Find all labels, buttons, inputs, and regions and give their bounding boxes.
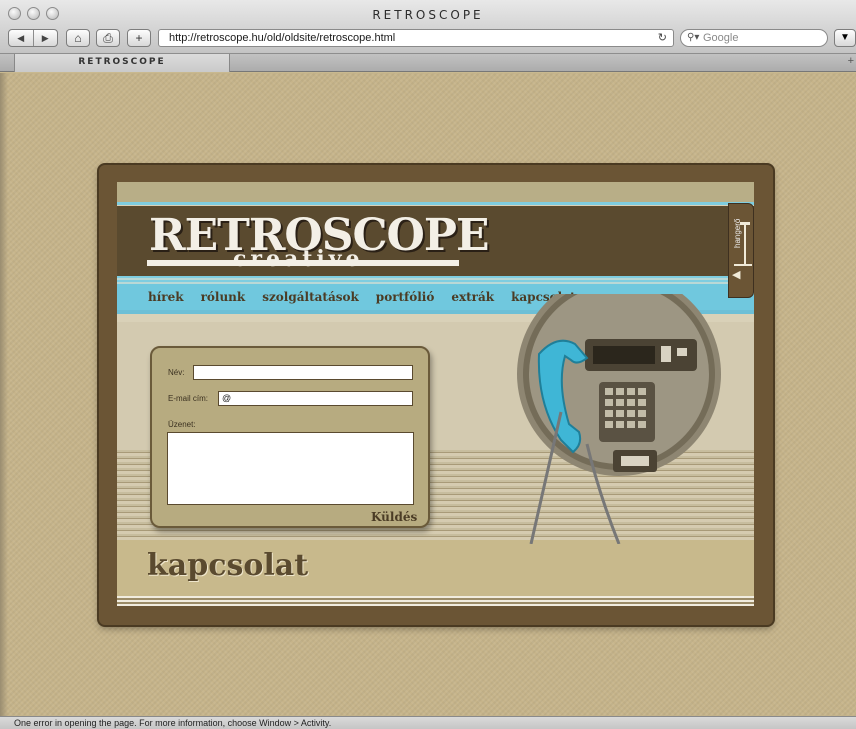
tab-bar: RETROSCOPE + (0, 54, 856, 72)
nav-extrak[interactable]: extrák (451, 290, 494, 304)
plus-icon: + (135, 31, 143, 45)
email-label: E-mail cím: (168, 394, 208, 403)
nav-rolunk[interactable]: rólunk (201, 290, 246, 304)
window-title: RETROSCOPE (372, 8, 484, 22)
volume-slider-base (734, 264, 752, 266)
home-icon: ⌂ (74, 31, 82, 45)
email-field[interactable]: @ (218, 391, 413, 406)
back-icon[interactable]: ◀ (9, 30, 34, 46)
address-bar[interactable]: http://retroscope.hu/old/oldsite/retrosc… (158, 29, 674, 47)
download-icon: ▼ (840, 32, 850, 43)
volume-slider[interactable] (744, 222, 746, 266)
back-forward-buttons: ◀ ▶ (8, 29, 58, 47)
speaker-icon: ◀ (732, 269, 741, 281)
volume-control[interactable]: hangerő ◀ (728, 203, 754, 298)
message-label: Üzenet: (168, 420, 196, 429)
send-button[interactable]: Küldés (371, 510, 417, 524)
volume-label: hangerő (733, 218, 742, 248)
print-icon: ⎙ (103, 30, 113, 45)
site-content: RETROSCOPE creative hírek rólunk szolgál… (117, 182, 754, 606)
contact-form: Név: E-mail cím: @ Üzenet: Küldés (150, 346, 430, 528)
name-field[interactable] (193, 365, 413, 380)
search-placeholder: Google (703, 32, 739, 44)
viewport-shadow (0, 73, 8, 716)
status-bar: One error in opening the page. For more … (0, 716, 856, 729)
site-header: RETROSCOPE creative (117, 206, 754, 276)
name-label: Név: (168, 368, 185, 377)
add-bookmark-button[interactable]: + (127, 29, 151, 47)
print-button[interactable]: ⎙ (96, 29, 120, 47)
new-tab-icon[interactable]: + (848, 55, 854, 67)
footer-line (117, 596, 754, 606)
reload-icon[interactable]: ↻ (658, 30, 667, 46)
search-field[interactable]: ⚲▾ Google (680, 29, 828, 47)
window-titlebar: RETROSCOPE ◀ ▶ ⌂ ⎙ + http://retroscope.h… (0, 0, 856, 54)
cyan-lines (117, 276, 754, 284)
message-field[interactable] (167, 432, 414, 505)
tab-retroscope[interactable]: RETROSCOPE (14, 54, 230, 72)
nav-portfolio[interactable]: portfólió (376, 290, 435, 304)
payphone-illustration (517, 294, 721, 544)
forward-icon[interactable]: ▶ (34, 30, 58, 46)
top-cyan-line (117, 202, 754, 205)
site-logo-sub: creative (233, 246, 364, 272)
home-button[interactable]: ⌂ (66, 29, 90, 47)
url-text: http://retroscope.hu/old/oldsite/retrosc… (169, 32, 396, 44)
page-heading: kapcsolat (147, 548, 309, 583)
nav-hirek[interactable]: hírek (148, 290, 184, 304)
nav-szolgaltatasok[interactable]: szolgáltatások (262, 290, 359, 304)
top-stripe (117, 182, 754, 204)
search-icon: ⚲▾ (687, 32, 700, 43)
downloads-button[interactable]: ▼ (834, 29, 856, 47)
